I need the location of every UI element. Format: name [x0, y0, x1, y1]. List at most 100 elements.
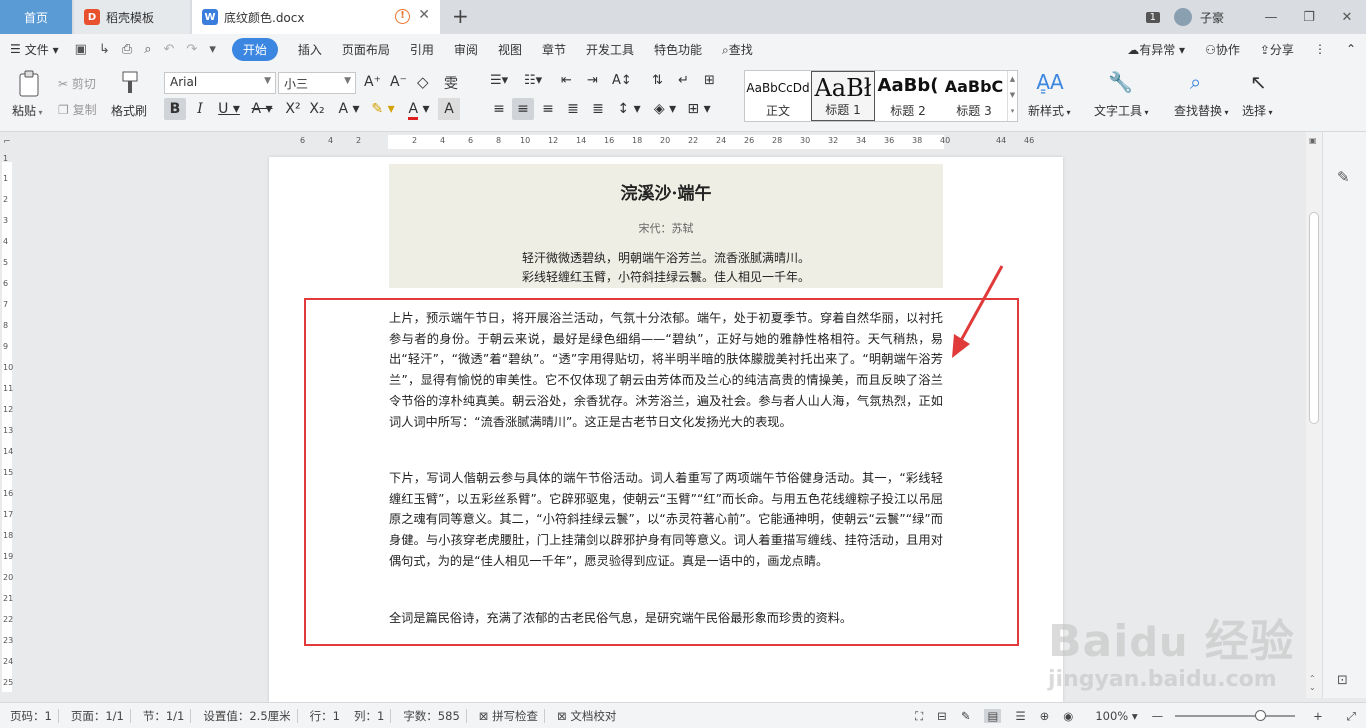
paste-button[interactable] [12, 70, 46, 101]
borders-button[interactable]: ⊞ ▾ [684, 98, 714, 120]
subscript-button[interactable]: X₂ [306, 98, 328, 120]
justify-button[interactable]: ≣ [562, 98, 584, 120]
share-button[interactable]: ⇪分享 [1260, 41, 1294, 58]
window-count-badge[interactable]: 1 [1145, 11, 1160, 23]
tab-template[interactable]: D 稻壳模板 [74, 0, 190, 34]
distributed-button[interactable]: ≣ [587, 98, 609, 120]
sync-status[interactable]: ☁有异常 ▾ [1127, 41, 1185, 58]
write-mode-icon[interactable]: ✎ [961, 709, 971, 723]
menu-tab-features[interactable]: 特色功能 [654, 41, 702, 58]
fullscreen-icon[interactable]: ⛶ [915, 709, 923, 724]
status-row[interactable]: 行：1 [310, 708, 340, 724]
status-page-count[interactable]: 页面：1/1 [71, 708, 124, 724]
status-section[interactable]: 节：1/1 [143, 708, 185, 724]
customize-dropdown-icon[interactable]: ▾ [209, 42, 216, 57]
shrink-font-icon[interactable]: A⁻ [390, 74, 407, 90]
zoom-slider-knob[interactable] [1255, 710, 1267, 721]
superscript-button[interactable]: X² [282, 98, 304, 120]
tab-document[interactable]: W 底纹颜色.docx ! ✕ [192, 0, 440, 34]
menu-tab-section[interactable]: 章节 [542, 41, 566, 58]
style-normal[interactable]: AaBbCcDd 正文 [745, 71, 811, 121]
font-name-select[interactable]: Arial ▼ [164, 72, 276, 94]
vertical-scrollbar[interactable]: ▣ ⌃ ⌄ [1306, 132, 1322, 698]
scrollbar-thumb[interactable] [1309, 212, 1319, 424]
text-tools-button[interactable]: 🔧 [1108, 70, 1133, 94]
font-color-button[interactable]: A ▾ [404, 98, 434, 120]
select-label[interactable]: 选择 ▾ [1242, 102, 1273, 119]
status-col[interactable]: 列：1 [354, 708, 384, 724]
more-paragraph-icon[interactable]: ⊞ [704, 73, 715, 88]
zoom-slider[interactable] [1175, 710, 1296, 721]
warning-icon[interactable]: ! [395, 9, 410, 24]
fit-page-icon[interactable]: ⤢ [1347, 709, 1356, 724]
web-view-icon[interactable]: ⊕ [1040, 709, 1050, 723]
restore-icon[interactable]: ❐ [1290, 10, 1328, 25]
highlight-button[interactable]: ✎ ▾ [368, 98, 398, 120]
scroll-down-icon[interactable]: ⌃ ⌄ [1309, 674, 1316, 692]
paste-label[interactable]: 粘贴 ▾ [12, 102, 43, 119]
status-word-count[interactable]: 字数：585 [403, 708, 459, 724]
decrease-indent-icon[interactable]: ⇤ [561, 73, 572, 88]
menu-tab-review[interactable]: 审阅 [454, 41, 478, 58]
undo-icon[interactable]: ↶ [164, 42, 175, 57]
line-spacing-button[interactable]: ↕ ▾ [614, 98, 644, 120]
avatar[interactable] [1173, 8, 1192, 26]
print-preview-icon[interactable]: ⌕ [144, 42, 151, 57]
poem-shaded-block[interactable]: 浣溪沙·端午 宋代：苏轼 轻汗微微透碧纨，明朝端午浴芳兰。流香涨腻满晴川。 彩线… [389, 164, 943, 288]
redo-icon[interactable]: ↷ [186, 42, 197, 57]
new-style-button[interactable]: A͇A [1030, 70, 1070, 94]
align-left-button[interactable]: ≡ [488, 98, 510, 120]
style-heading-3[interactable]: AaBbC 标题 3 [941, 71, 1007, 121]
collaborate-button[interactable]: ⚇协作 [1205, 41, 1240, 58]
new-tab-button[interactable]: + [452, 4, 469, 28]
horizontal-ruler[interactable]: 6 4 2 2 4 6 8 10 12 14 16 18 20 22 24 26… [268, 132, 1064, 152]
zoom-out-icon[interactable]: — [1152, 709, 1164, 723]
italic-button[interactable]: I [189, 98, 211, 120]
strikethrough-button[interactable]: A ▾ [248, 98, 276, 120]
sort-icon[interactable]: ⇅ [652, 73, 663, 88]
collapse-ribbon-icon[interactable]: ⌃ [1346, 42, 1356, 56]
new-style-label[interactable]: 新样式 ▾ [1028, 102, 1071, 119]
vertical-ruler[interactable]: 1 1 2 3 4 5 6 7 8 9 10 11 12 13 14 15 16… [0, 152, 14, 700]
styles-scroll[interactable]: ▲ ▼ ▾ [1007, 71, 1017, 121]
menu-tab-home[interactable]: 开始 [231, 37, 278, 61]
increase-indent-icon[interactable]: ⇥ [587, 73, 598, 88]
menu-file[interactable]: 文件 ▾ [25, 41, 59, 58]
more-icon[interactable]: ⋮ [1314, 42, 1326, 56]
numbered-list-icon[interactable]: ☷▾ [524, 73, 542, 88]
close-window-icon[interactable]: ✕ [1328, 10, 1366, 25]
font-size-select[interactable]: 小三 ▼ [278, 72, 356, 94]
panel-bottom-icon[interactable]: ⊡ [1337, 673, 1348, 688]
status-setting[interactable]: 设置值：2.5厘米 [203, 708, 290, 724]
close-tab-icon[interactable]: ✕ [418, 7, 430, 23]
menu-tab-insert[interactable]: 插入 [298, 41, 322, 58]
show-marks-icon[interactable]: ↵ [678, 73, 689, 88]
text-direction-icon[interactable]: A↕ [612, 73, 632, 88]
style-heading-2[interactable]: AaBb( 标题 2 [875, 71, 941, 121]
find-replace-button[interactable]: ⌕ [1190, 70, 1201, 94]
cut-button[interactable]: ✂ 剪切 [58, 75, 96, 92]
user-name[interactable]: 子豪 [1200, 9, 1224, 26]
select-button[interactable]: ↖ [1250, 70, 1267, 94]
minimize-icon[interactable]: — [1252, 10, 1290, 25]
find-replace-label[interactable]: 查找替换 ▾ [1174, 102, 1229, 119]
copy-button[interactable]: ❐ 复制 [58, 101, 97, 118]
menu-tab-layout[interactable]: 页面布局 [342, 41, 390, 58]
scroll-up-icon[interactable]: ▣ [1309, 136, 1317, 145]
text-tools-label[interactable]: 文字工具 ▾ [1094, 102, 1149, 119]
bold-button[interactable]: B [164, 98, 186, 120]
align-right-button[interactable]: ≡ [537, 98, 559, 120]
format-painter-label[interactable]: 格式刷 [111, 102, 147, 119]
status-page-number[interactable]: 页码：1 [10, 708, 52, 724]
export-icon[interactable]: ↳ [99, 42, 110, 57]
read-mode-icon[interactable]: ⊟ [937, 709, 947, 723]
style-heading-1[interactable]: AaBł 标题 1 [811, 71, 875, 121]
char-shading-button[interactable]: A [438, 98, 460, 120]
underline-button[interactable]: U ▾ [214, 98, 244, 120]
tab-home[interactable]: 首页 [0, 0, 72, 34]
align-center-button[interactable]: ≡ [512, 98, 534, 120]
spell-check-button[interactable]: ⊠ 拼写检查 [479, 708, 538, 724]
menu-search[interactable]: ⌕查找 [722, 41, 753, 58]
page-view-icon[interactable]: ▤ [984, 709, 1002, 723]
edit-panel-icon[interactable]: ✎ [1337, 168, 1350, 186]
